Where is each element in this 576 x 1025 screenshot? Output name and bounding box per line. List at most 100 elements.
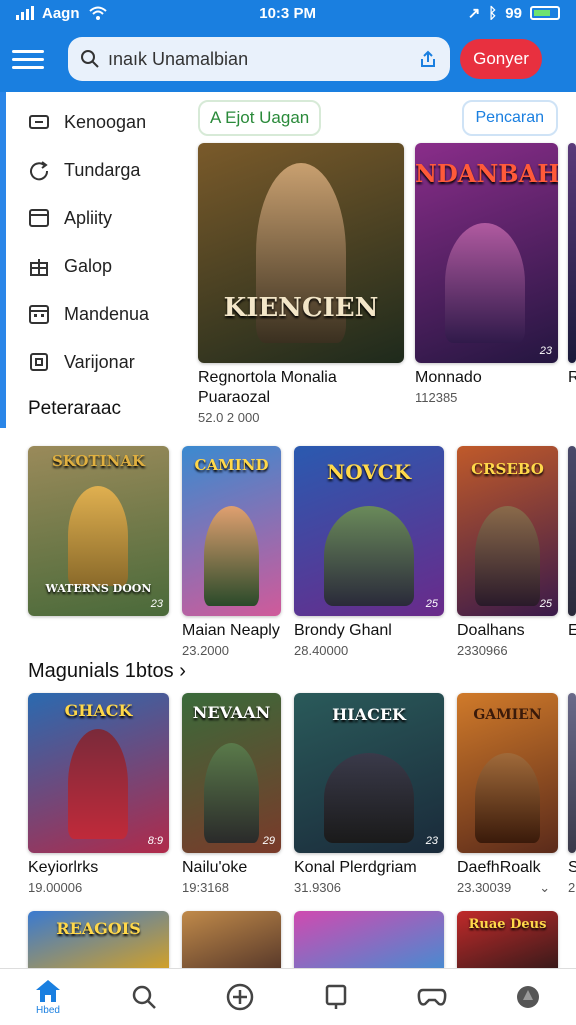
sidebar-item-tundarga[interactable]: Tundarga [6,146,190,194]
chevron-down-icon[interactable]: ⌄ [539,880,550,895]
character-art [204,506,259,606]
bluetooth-icon: ᛒ [488,4,498,22]
action-chip[interactable]: Pencaran [461,100,558,136]
game-thumbnail [182,911,281,968]
character-art [475,506,540,606]
signal-icon [16,6,34,20]
sidebar-item-label: Tundarga [64,159,141,180]
search-icon [132,985,156,1009]
game-meta: 28.40000 [294,643,349,658]
character-art [445,223,525,343]
nav-library[interactable] [306,969,366,1025]
game-subtitle: Puaraozal [198,389,271,406]
location-icon: ↗ [467,5,481,22]
sidebar-item-varijonar[interactable]: Varijonar [6,338,190,386]
game-card[interactable]: NEVAAN 29 Nailu'oke 19:3168 [182,693,281,895]
sidebar-item-label: Apliity [64,207,113,228]
game-card-partial[interactable]: E [568,446,576,640]
game-card[interactable]: GAMIEN DaefhRoalk 23.30039 ⌄ [457,693,558,896]
game-card[interactable]: Ruae Deus [457,911,558,968]
sidebar: Kenoogan Tundarga Apliity Galop Mandenua… [0,92,190,428]
game-thumbnail: GAMIEN [457,693,558,853]
character-art [68,729,128,839]
box-icon [28,351,50,373]
search-icon [81,50,99,68]
window-icon [28,207,50,229]
game-title: Maian Neaply [182,622,280,639]
game-title: Nailu'oke [182,859,248,876]
sidebar-item-kenoogan[interactable]: Kenoogan [6,98,190,146]
game-card[interactable] [294,911,444,968]
game-card[interactable]: KIENCIEN Regnortola Monalia Puaraozal 52… [198,143,404,425]
game-card[interactable]: NDANBAH 23 Monnado 112385 [415,143,558,405]
nav-profile[interactable] [498,969,558,1025]
rating-badge: 8:9 [147,835,163,847]
game-title: Konal Plerdgriam [294,859,417,876]
thumbnail-title: CRSEBO [471,460,544,478]
avatar-icon [517,985,539,1008]
game-card[interactable]: CAMIND Maian Neaply 23.2000 [182,446,281,658]
game-meta: 2330966 [457,643,508,658]
thumbnail-title: GHACK [64,701,133,720]
game-thumbnail: KIENCIEN [198,143,404,363]
character-art [204,743,259,843]
clock: 10:3 PM [259,4,316,22]
status-bar: Aagn 10:3 PM ↗ ᛒ 99 [0,0,576,26]
section-title-text: Magunials 1btos [28,660,174,682]
thumbnail-title: HIACEK [332,705,406,724]
game-card[interactable]: SKOTINAK WATERNS DOON 23 [28,446,169,616]
search-input[interactable] [108,48,410,70]
nav-create[interactable] [210,969,270,1025]
rating-badge: 25 [539,598,552,610]
rating-badge: 23 [539,345,552,357]
thumbnail-title: CAMIND [194,456,269,474]
character-art [68,486,128,586]
share-icon[interactable] [418,49,438,69]
thumbnail-title: REAGOIS [56,919,141,938]
app-bar: Gonyer [0,26,576,92]
game-card[interactable]: CRSEBO 25 Doalhans 2330966 [457,446,558,658]
nav-home[interactable]: Hbed [18,969,78,1025]
chevron-right-icon: › [173,660,186,682]
game-thumbnail: SKOTINAK WATERNS DOON 23 [28,446,169,616]
game-title: Monnado [415,369,482,386]
add-circle-icon [226,983,254,1010]
generate-button[interactable]: Gonyer [460,39,542,79]
sidebar-section-title: Peteraraac [28,398,121,419]
carrier-label: Aagn [42,4,80,22]
status-right: ↗ ᛒ 99 [468,4,560,22]
filter-row: A Ejot Uagan Pencaran [198,100,558,136]
tag-icon [28,111,50,133]
game-thumbnail: NEVAAN 29 [182,693,281,853]
rating-badge: 23 [425,835,438,847]
game-meta: 23.2000 [182,643,229,658]
section-title[interactable]: Magunials 1btos › [28,660,186,683]
sidebar-item-label: Kenoogan [64,111,147,132]
game-card[interactable]: HIACEK 23 Konal Plerdgriam 31.9306 [294,693,444,895]
game-card[interactable]: GHACK 8:9 Keyiorlrks 19.00006 [28,693,169,895]
sidebar-item-mandenua[interactable]: Mandenua [6,290,190,338]
game-meta: 31.9306 [294,880,341,895]
game-card-partial[interactable]: S 2 [568,693,576,895]
thumbnail-title: NEVAAN [192,703,271,722]
hamburger-menu-icon[interactable] [12,43,44,75]
game-card[interactable] [182,911,281,968]
game-title: S [568,859,576,876]
nav-search[interactable] [114,969,174,1025]
sidebar-item-apliity[interactable]: Apliity [6,194,190,242]
search-bar[interactable] [68,37,450,81]
rating-badge: 29 [262,835,275,847]
device-icon [325,984,347,1009]
sidebar-item-galop[interactable]: Galop [6,242,190,290]
game-thumbnail: NDANBAH 23 [415,143,558,363]
game-meta: 112385 [415,390,458,405]
game-title: R [568,369,576,386]
nav-games[interactable] [402,969,462,1025]
game-thumbnail: REAGOIS [28,911,169,968]
game-card[interactable]: NOVCK 25 Brondy Ghanl 28.40000 [294,446,444,658]
battery-icon [529,6,560,20]
filter-chip[interactable]: A Ejot Uagan [198,100,322,136]
game-card-partial[interactable]: R [568,143,576,387]
game-card[interactable]: REAGOIS [28,911,169,968]
game-title: Regnortola Monalia [198,369,337,386]
